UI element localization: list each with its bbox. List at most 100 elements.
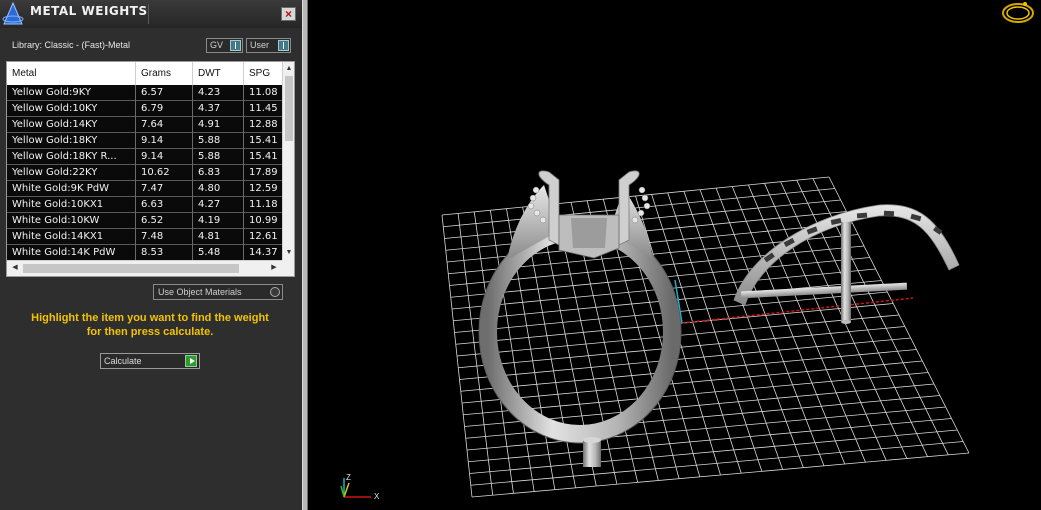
table-row[interactable]: Yellow Gold:9KY 6.57 4.23 11.08	[7, 85, 282, 101]
calculate-button[interactable]: Calculate	[100, 353, 200, 369]
table-horizontal-scrollbar[interactable]: ◀ ▶	[7, 260, 282, 276]
use-object-materials-toggle[interactable]: Use Object Materials	[153, 284, 283, 300]
play-arrow-icon[interactable]	[185, 355, 197, 367]
title-divider	[148, 4, 149, 24]
cell-grams: 9.14	[136, 149, 193, 165]
cell-dwt: 5.88	[193, 133, 244, 149]
scrollbar-corner	[282, 260, 294, 276]
cell-dwt: 6.83	[193, 165, 244, 181]
panel-titlebar[interactable]: METAL WEIGHTS ×	[0, 0, 302, 28]
cell-spg: 10.99	[249, 215, 278, 226]
scroll-right-icon[interactable]: ▶	[269, 263, 279, 273]
column-header-metal[interactable]: Metal	[7, 62, 136, 85]
table-row[interactable]: White Gold:10KX1 6.63 4.27 11.18	[7, 197, 282, 213]
panel-splitter[interactable]	[302, 0, 308, 510]
cell-spg: 12.61	[249, 231, 278, 242]
cell-spg: 17.89	[249, 167, 278, 178]
cell-grams: 7.47	[136, 181, 193, 197]
column-header-dwt[interactable]: DWT	[193, 62, 244, 85]
table-body: Yellow Gold:9KY 6.57 4.23 11.08 Yellow Gold…	[7, 85, 282, 261]
cell-metal: Yellow Gold:10KY	[7, 101, 136, 117]
user-dropdown-icon[interactable]	[278, 40, 289, 51]
cell-metal: Yellow Gold:18KY R...	[7, 149, 136, 165]
cell-metal: Yellow Gold:9KY	[7, 85, 136, 101]
cell-spg: 12.88	[249, 119, 278, 130]
cell-spg: 14.37	[249, 247, 278, 258]
metal-weights-panel: METAL WEIGHTS × Library: Classic - (Fast…	[0, 0, 302, 510]
cell-grams: 9.14	[136, 133, 193, 149]
cell-spg: 15.41	[249, 135, 278, 146]
cell-dwt: 4.37	[193, 101, 244, 117]
cell-grams: 7.48	[136, 229, 193, 245]
cell-grams: 8.53	[136, 245, 193, 261]
cell-metal: White Gold:10KW	[7, 213, 136, 229]
cell-dwt: 4.27	[193, 197, 244, 213]
cell-grams: 7.64	[136, 117, 193, 133]
table-row[interactable]: Yellow Gold:10KY 6.79 4.37 11.45	[7, 101, 282, 117]
column-header-grams[interactable]: Grams	[136, 62, 193, 85]
toggle-circle-icon[interactable]	[270, 287, 280, 297]
cell-metal: Yellow Gold:18KY	[7, 133, 136, 149]
3d-viewport[interactable]: Z X	[309, 0, 1041, 510]
table-header: Metal Grams DWT SPG	[7, 62, 282, 85]
cell-dwt: 5.88	[193, 149, 244, 165]
instruction-line-1: Highlight the item you want to find the …	[31, 312, 269, 324]
cell-metal: White Gold:9K PdW	[7, 181, 136, 197]
cell-dwt: 4.80	[193, 181, 244, 197]
cell-dwt: 4.19	[193, 213, 244, 229]
scroll-down-icon[interactable]: ▼	[284, 248, 294, 258]
panel-title: METAL WEIGHTS	[30, 4, 148, 18]
user-select[interactable]: User	[246, 38, 291, 53]
gv-dropdown-icon[interactable]	[230, 40, 241, 51]
cell-spg: 15.41	[249, 151, 278, 162]
cell-spg: 11.18	[249, 199, 278, 210]
scroll-left-icon[interactable]: ◀	[10, 263, 20, 273]
gv-select-label: GV	[210, 40, 224, 50]
table-row[interactable]: Yellow Gold:14KY 7.64 4.91 12.88	[7, 117, 282, 133]
cell-grams: 6.52	[136, 213, 193, 229]
cell-spg: 11.45	[249, 103, 278, 114]
cell-grams: 6.57	[136, 85, 193, 101]
table-row[interactable]: White Gold:14KX1 7.48 4.81 12.61	[7, 229, 282, 245]
axis-x-label: X	[374, 492, 380, 501]
ring-render-icon[interactable]	[1002, 2, 1034, 23]
table-row[interactable]: Yellow Gold:18KY 9.14 5.88 15.41	[7, 133, 282, 149]
cell-spg: 12.59	[249, 183, 278, 194]
band-model[interactable]	[733, 204, 960, 324]
instruction-line-2: for then press calculate.	[86, 326, 214, 338]
cell-grams: 6.63	[136, 197, 193, 213]
axis-triad-icon: Z X	[340, 473, 380, 501]
use-object-materials-label: Use Object Materials	[158, 287, 242, 297]
cell-dwt: 4.23	[193, 85, 244, 101]
table-row[interactable]: Yellow Gold:18KY R... 9.14 5.88 15.41	[7, 149, 282, 165]
viewport-scene: Z X	[340, 2, 1034, 501]
calculate-label: Calculate	[104, 356, 142, 366]
table-row[interactable]: White Gold:10KW 6.52 4.19 10.99	[7, 213, 282, 229]
vertical-scroll-thumb[interactable]	[285, 76, 293, 141]
table-row[interactable]: Yellow Gold:22KY 10.62 6.83 17.89	[7, 165, 282, 181]
scroll-up-icon[interactable]: ▲	[284, 64, 294, 74]
cell-metal: White Gold:14KX1	[7, 229, 136, 245]
cell-metal: White Gold:14K PdW	[7, 245, 136, 261]
cell-grams: 10.62	[136, 165, 193, 181]
cell-dwt: 5.48	[193, 245, 244, 261]
cell-spg: 11.08	[249, 87, 278, 98]
cell-metal: Yellow Gold:14KY	[7, 117, 136, 133]
table-row[interactable]: White Gold:14K PdW 8.53 5.48 14.37	[7, 245, 282, 261]
gv-select[interactable]: GV	[206, 38, 243, 53]
metal-table[interactable]: Metal Grams DWT SPG Yellow Gold:9KY 6.57 4…	[6, 61, 295, 277]
user-select-label: User	[250, 40, 270, 50]
cell-metal: Yellow Gold:22KY	[7, 165, 136, 181]
horizontal-scroll-thumb[interactable]	[23, 264, 239, 273]
column-header-spg[interactable]: SPG	[244, 62, 284, 85]
cell-dwt: 4.91	[193, 117, 244, 133]
library-label: Library: Classic - (Fast)-Metal	[12, 40, 131, 50]
cell-metal: White Gold:10KX1	[7, 197, 136, 213]
close-button[interactable]: ×	[281, 7, 296, 21]
table-vertical-scrollbar[interactable]: ▲ ▼	[282, 62, 294, 260]
app-logo-icon	[2, 1, 24, 25]
cell-grams: 6.79	[136, 101, 193, 117]
table-row[interactable]: White Gold:9K PdW 7.47 4.80 12.59	[7, 181, 282, 197]
instruction-text: Highlight the item you want to find the …	[10, 311, 290, 339]
axis-z-label: Z	[346, 473, 351, 482]
